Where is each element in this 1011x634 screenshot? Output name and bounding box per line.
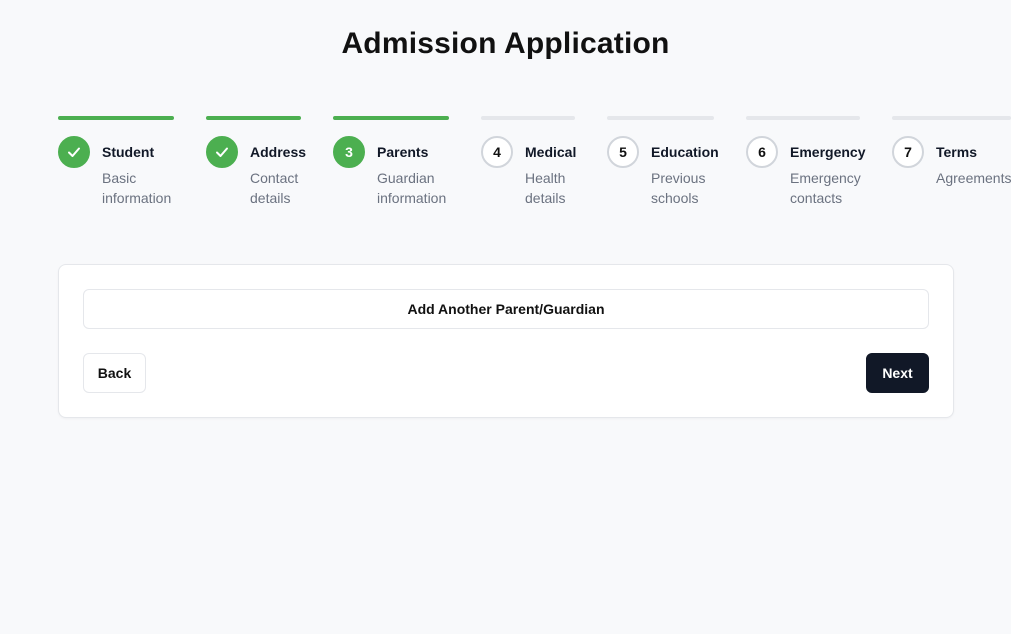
step-description-line: contacts: [790, 190, 843, 206]
step-description: Previous schools: [651, 168, 705, 208]
step-title: Address: [250, 144, 307, 160]
step-progress-bar: [892, 116, 1011, 120]
step-description-line: Agreements: [936, 170, 1011, 186]
step-description-line: Contact: [250, 170, 299, 186]
step-number: 6: [746, 136, 778, 168]
page-title: Admission Application: [341, 27, 670, 60]
step-description-line: Previous: [651, 170, 706, 186]
step-title: Parents: [377, 144, 429, 160]
step-description: Agreements: [936, 168, 1011, 188]
step-title: Medical: [525, 144, 577, 160]
step-number: 5: [607, 136, 639, 168]
step-title: Emergency: [790, 144, 866, 160]
step-progress-bar: [607, 116, 714, 120]
step-description-line: schools: [651, 190, 699, 206]
back-button[interactable]: Back: [83, 353, 146, 393]
step-description-line: details: [525, 190, 566, 206]
step-description: Health details: [525, 168, 565, 208]
check-icon: [206, 136, 238, 168]
step-title: Student: [102, 144, 155, 160]
step-description-line: information: [377, 190, 447, 206]
step-progress-bar: [481, 116, 575, 120]
form-card: Add Another Parent/Guardian Back Next: [58, 264, 954, 418]
step-description-line: Guardian: [377, 170, 435, 186]
progress-stepper: Student Basic information Address Contac…: [0, 116, 1011, 216]
step-description-line: Emergency: [790, 170, 861, 186]
step-number: 7: [892, 136, 924, 168]
step-progress-bar: [746, 116, 860, 120]
step-progress-bar: [333, 116, 449, 120]
step-description-line: details: [250, 190, 291, 206]
step-description: Emergency contacts: [790, 168, 861, 208]
admission-page: Admission Application Student Basic info…: [0, 0, 1011, 634]
check-icon: [58, 136, 90, 168]
step-title: Education: [651, 144, 719, 160]
step-description-line: Health: [525, 170, 566, 186]
step-description-line: information: [102, 190, 172, 206]
next-button[interactable]: Next: [866, 353, 929, 393]
step-progress-bar: [206, 116, 301, 120]
step-description: Guardian information: [377, 168, 446, 208]
step-description: Contact details: [250, 168, 298, 208]
step-title: Terms: [936, 144, 977, 160]
add-parent-guardian-button[interactable]: Add Another Parent/Guardian: [83, 289, 929, 329]
step-number: 3: [333, 136, 365, 168]
step-progress-bar: [58, 116, 174, 120]
step-number: 4: [481, 136, 513, 168]
step-description-line: Basic: [102, 170, 137, 186]
step-description: Basic information: [102, 168, 171, 208]
